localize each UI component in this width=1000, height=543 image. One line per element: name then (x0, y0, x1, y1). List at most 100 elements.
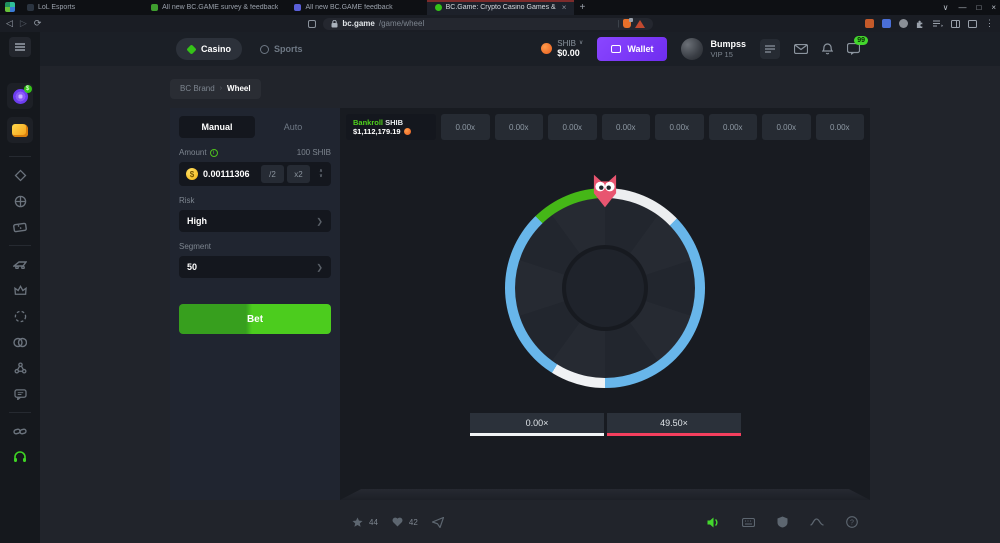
bookmark-icon[interactable] (308, 20, 316, 28)
live-stats-icon[interactable] (810, 518, 824, 526)
sidebar-item-links[interactable] (0, 418, 40, 444)
window-chevron-icon[interactable]: ∨ (943, 3, 949, 12)
site-header: Casino Sports SHIB∨ $0.00 Wallet Bumpss … (40, 32, 1000, 66)
new-tab-button[interactable]: + (574, 0, 590, 15)
vip-rank-button[interactable] (760, 39, 780, 59)
extension-orange-icon[interactable] (865, 19, 874, 28)
coin-icon: $ (186, 168, 198, 180)
amount-hint: 100 SHIB (297, 148, 331, 157)
history-multiplier-button[interactable]: 0.00x (709, 114, 758, 140)
wallet-button[interactable]: Wallet (597, 37, 667, 61)
extension-globe-icon[interactable] (899, 19, 908, 28)
affiliate-network-icon (14, 362, 27, 374)
tab-auto[interactable]: Auto (255, 116, 331, 138)
result-low-value: 0.00× (526, 418, 549, 428)
address-bar[interactable]: bc.game/game/wheel | (323, 18, 653, 30)
left-sidebar (0, 32, 40, 543)
mail-icon[interactable] (794, 44, 808, 54)
back-icon[interactable]: ◁ (6, 19, 13, 28)
browser-tab-lol[interactable]: LoL Esports (19, 0, 83, 15)
sidebar-item-forum[interactable] (0, 381, 40, 407)
breadcrumb-chevron-icon: › (220, 85, 222, 92)
help-icon[interactable]: ? (846, 516, 858, 528)
amount-stepper[interactable]: ∧ ∨ (313, 165, 329, 183)
share-icon[interactable] (432, 517, 444, 528)
info-icon[interactable]: i (210, 149, 218, 157)
browser-tab-bcgame-active[interactable]: BC.Game: Crypto Casino Games & × (427, 0, 575, 15)
segment-select[interactable]: 50 ❯ (179, 256, 331, 278)
tab-label: LoL Esports (38, 4, 75, 11)
bet-button[interactable]: Bet (179, 304, 331, 334)
history-multiplier-button[interactable]: 0.00x (816, 114, 865, 140)
amount-input[interactable]: $ 0.00111306 /2 x2 ∧ ∨ (179, 162, 331, 186)
tab-label: All new BC.GAME feedback (305, 4, 392, 11)
breadcrumb-section[interactable]: BC Brand (180, 84, 215, 93)
window-maximize-icon[interactable]: □ (976, 3, 981, 12)
tab-close-icon[interactable]: × (562, 3, 567, 12)
tab-label: All new BC.GAME survey & feedback (162, 4, 278, 11)
bell-icon[interactable] (822, 43, 833, 55)
puzzle-icon[interactable] (916, 19, 925, 28)
sidebar-item-racing[interactable] (0, 251, 40, 277)
gold-rewards-icon (12, 124, 28, 137)
tab-manual[interactable]: Manual (179, 116, 255, 138)
user-profile[interactable]: Bumpss VIP 15 (681, 38, 746, 60)
sidebar-item-support[interactable] (0, 444, 40, 470)
history-multiplier-button[interactable]: 0.00x (602, 114, 651, 140)
fairness-icon[interactable] (777, 516, 788, 528)
divider (9, 156, 31, 157)
divider (9, 245, 31, 246)
media-icon[interactable] (968, 20, 977, 28)
sidebar-item-casino[interactable] (0, 162, 40, 188)
sports-tab[interactable]: Sports (260, 44, 303, 54)
extension-triangle-icon[interactable] (635, 20, 645, 28)
star-icon[interactable] (352, 517, 363, 528)
browser-tab-feedback[interactable]: All new BC.GAME feedback (286, 0, 400, 15)
chat-button[interactable]: 99 (847, 43, 860, 55)
sidebar-item-tokens[interactable] (0, 329, 40, 355)
extension-shield-icon[interactable] (623, 19, 631, 28)
history-multiplier-button[interactable]: 0.00x (762, 114, 811, 140)
stepper-down-icon[interactable]: ∨ (319, 174, 323, 180)
sidebar-item-lottery[interactable] (0, 214, 40, 240)
game-board: Manual Auto Amounti 100 SHIB $ 0.0011130… (170, 108, 870, 500)
history-multiplier-button[interactable]: 0.00x (548, 114, 597, 140)
sidebar-item-affiliate[interactable] (0, 355, 40, 381)
browser-tab-survey[interactable]: All new BC.GAME survey & feedback (143, 0, 286, 15)
heart-icon[interactable] (392, 517, 403, 527)
workspace-icon[interactable] (5, 2, 15, 12)
window-minimize-icon[interactable]: — (958, 3, 966, 12)
link-icon (13, 427, 27, 436)
sidebar-item-bonus[interactable] (7, 83, 33, 109)
currency-selector[interactable]: SHIB∨ $0.00 (541, 39, 583, 59)
double-bet-button[interactable]: x2 (287, 165, 310, 183)
history-multiplier-button[interactable]: 0.00x (495, 114, 544, 140)
tab-favicon (294, 4, 301, 11)
navbar-extensions: ⋮ (865, 18, 994, 29)
half-bet-button[interactable]: /2 (261, 165, 284, 183)
sidebar-item-vip[interactable] (0, 277, 40, 303)
sidebar-item-rewards[interactable] (7, 117, 33, 143)
history-multiplier-button[interactable]: 0.00x (655, 114, 704, 140)
support-headset-icon (13, 451, 27, 463)
amount-value[interactable]: 0.00111306 (203, 169, 258, 179)
lock-icon (331, 20, 338, 28)
history-multiplier-button[interactable]: 0.00x (441, 114, 490, 140)
extension-blue-icon[interactable] (882, 19, 891, 28)
bankroll-label: Bankroll (353, 118, 383, 127)
segment-value: 50 (187, 262, 197, 272)
hotkeys-icon[interactable] (742, 518, 755, 527)
sidebar-menu-button[interactable] (9, 37, 31, 57)
playlist-icon[interactable] (933, 20, 943, 28)
risk-select[interactable]: High ❯ (179, 210, 331, 232)
browser-menu-icon[interactable]: ⋮ (985, 18, 994, 29)
sound-icon[interactable] (707, 517, 720, 528)
reload-icon[interactable]: ⟳ (34, 19, 42, 28)
url-separator: | (617, 19, 619, 28)
sidepanel-icon[interactable] (951, 20, 960, 28)
window-close-icon[interactable]: × (991, 3, 996, 12)
sidebar-item-spin[interactable] (0, 303, 40, 329)
sidebar-item-sports[interactable] (0, 188, 40, 214)
bet-mode-tabs: Manual Auto (179, 116, 331, 138)
casino-tab[interactable]: Casino (176, 38, 242, 60)
